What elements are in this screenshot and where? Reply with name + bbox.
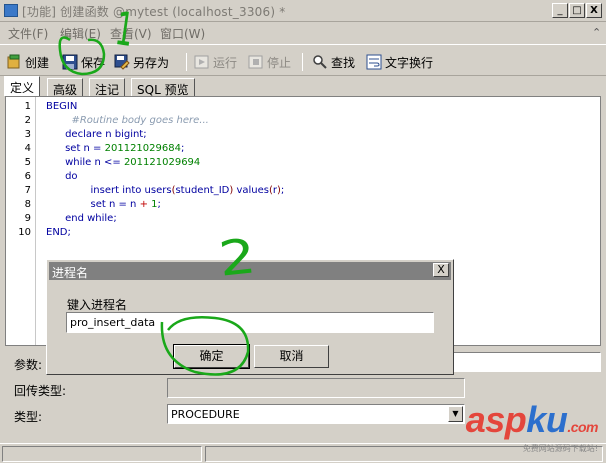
line-number: 10 (18, 227, 31, 238)
code-line: END; (46, 227, 71, 238)
procedure-name-input[interactable]: pro_insert_data (66, 312, 434, 333)
return-type-field[interactable] (167, 378, 465, 398)
menu-file[interactable]: 文件(F) (8, 25, 48, 42)
floppy-disk-icon (62, 54, 78, 70)
create-button[interactable]: 创建 (6, 52, 49, 72)
params-label: 参数: (14, 358, 43, 372)
window-title: [功能] 创建函数 @mytest (localhost_3306) * (22, 5, 286, 19)
word-wrap-label: 文字换行 (385, 55, 434, 70)
code-line: set n = 201121029684; (65, 143, 185, 154)
line-number: 3 (24, 129, 31, 140)
procedure-name-dialog: 进程名 X 键入进程名 pro_insert_data 确定 取消 (46, 259, 454, 375)
type-select-value: PROCEDURE (171, 408, 240, 421)
word-wrap-icon (366, 54, 382, 70)
type-label: 类型: (14, 410, 43, 424)
menu-bar: 文件(F) 编辑(E) 查看(V) 窗口(W) (0, 22, 606, 44)
code-line: BEGIN (46, 101, 78, 112)
line-number: 2 (24, 115, 31, 126)
tab-advanced[interactable]: 高级 (47, 78, 84, 97)
title-bar: [功能] 创建函数 @mytest (localhost_3306) * _ □… (0, 0, 606, 22)
code-line: do (65, 171, 78, 182)
save-label: 保存 (81, 55, 106, 70)
code-line: set n = n + 1; (90, 199, 161, 210)
word-wrap-button[interactable]: 文字换行 (366, 52, 433, 72)
menu-edit[interactable]: 编辑(E) (60, 25, 101, 42)
dialog-close-button[interactable]: X (433, 263, 449, 277)
watermark-logo: aspku.com (465, 399, 599, 440)
line-number: 1 (24, 101, 31, 112)
tab-comment[interactable]: 注记 (89, 78, 126, 97)
type-select[interactable]: PROCEDURE ▼ (167, 404, 465, 424)
line-number: 6 (24, 171, 31, 182)
save-as-button[interactable]: 另存为 (114, 52, 169, 72)
menu-view[interactable]: 查看(V) (110, 25, 152, 42)
dialog-title-text: 进程名 (52, 266, 89, 280)
code-line: insert into users(student_ID) values(r); (90, 185, 285, 196)
save-button[interactable]: 保存 (62, 52, 105, 72)
chevron-down-icon[interactable]: ▼ (448, 406, 463, 422)
toolbar: 创建 保存 另存为 运行 停止 查找 文字换行 (0, 44, 606, 76)
stop-button[interactable]: 停止 (248, 52, 291, 72)
code-line: end while; (65, 213, 117, 224)
save-as-label: 另存为 (133, 55, 170, 70)
run-label: 运行 (213, 55, 238, 70)
stop-label: 停止 (267, 55, 292, 70)
find-button[interactable]: 查找 (312, 52, 355, 72)
run-button[interactable]: 运行 (194, 52, 237, 72)
cancel-button[interactable]: 取消 (254, 345, 329, 368)
find-label: 查找 (331, 55, 356, 70)
status-pane (2, 446, 202, 462)
line-number: 5 (24, 157, 31, 168)
line-number: 4 (24, 143, 31, 154)
ok-button[interactable]: 确定 (173, 344, 250, 369)
save-as-icon (114, 54, 130, 70)
create-icon (6, 54, 22, 70)
toolbar-separator (302, 53, 303, 71)
code-line: while n <= 201121029694 (65, 157, 201, 168)
tab-definition[interactable]: 定义 (4, 76, 41, 96)
search-icon (312, 54, 328, 70)
toolbar-options-icon[interactable]: ⌃ (592, 26, 601, 39)
run-icon (194, 54, 210, 70)
stop-icon (248, 54, 264, 70)
menu-window[interactable]: 窗口(W) (160, 25, 205, 42)
editor-tabs: 定义 高级 注记 SQL 预览 (0, 76, 606, 97)
line-number: 9 (24, 213, 31, 224)
line-number: 8 (24, 199, 31, 210)
line-number: 7 (24, 185, 31, 196)
app-icon (4, 4, 18, 17)
minimize-button[interactable]: _ (552, 3, 568, 18)
tab-sql-preview[interactable]: SQL 预览 (131, 78, 195, 97)
code-line: #Routine body goes here... (71, 115, 209, 126)
procedure-name-label: 键入进程名 (67, 298, 128, 312)
dialog-title: 进程名 (49, 262, 451, 280)
toolbar-separator (186, 53, 187, 71)
return-type-label: 回传类型: (14, 384, 67, 398)
maximize-button[interactable]: □ (569, 3, 585, 18)
create-label: 创建 (25, 55, 50, 70)
watermark: aspku.com 免费网站源码下载站! (465, 399, 599, 454)
code-line: declare n bigint; (65, 129, 147, 140)
line-number-gutter: 1 2 3 4 5 6 7 8 9 10 (6, 97, 36, 345)
close-button[interactable]: X (586, 3, 602, 18)
